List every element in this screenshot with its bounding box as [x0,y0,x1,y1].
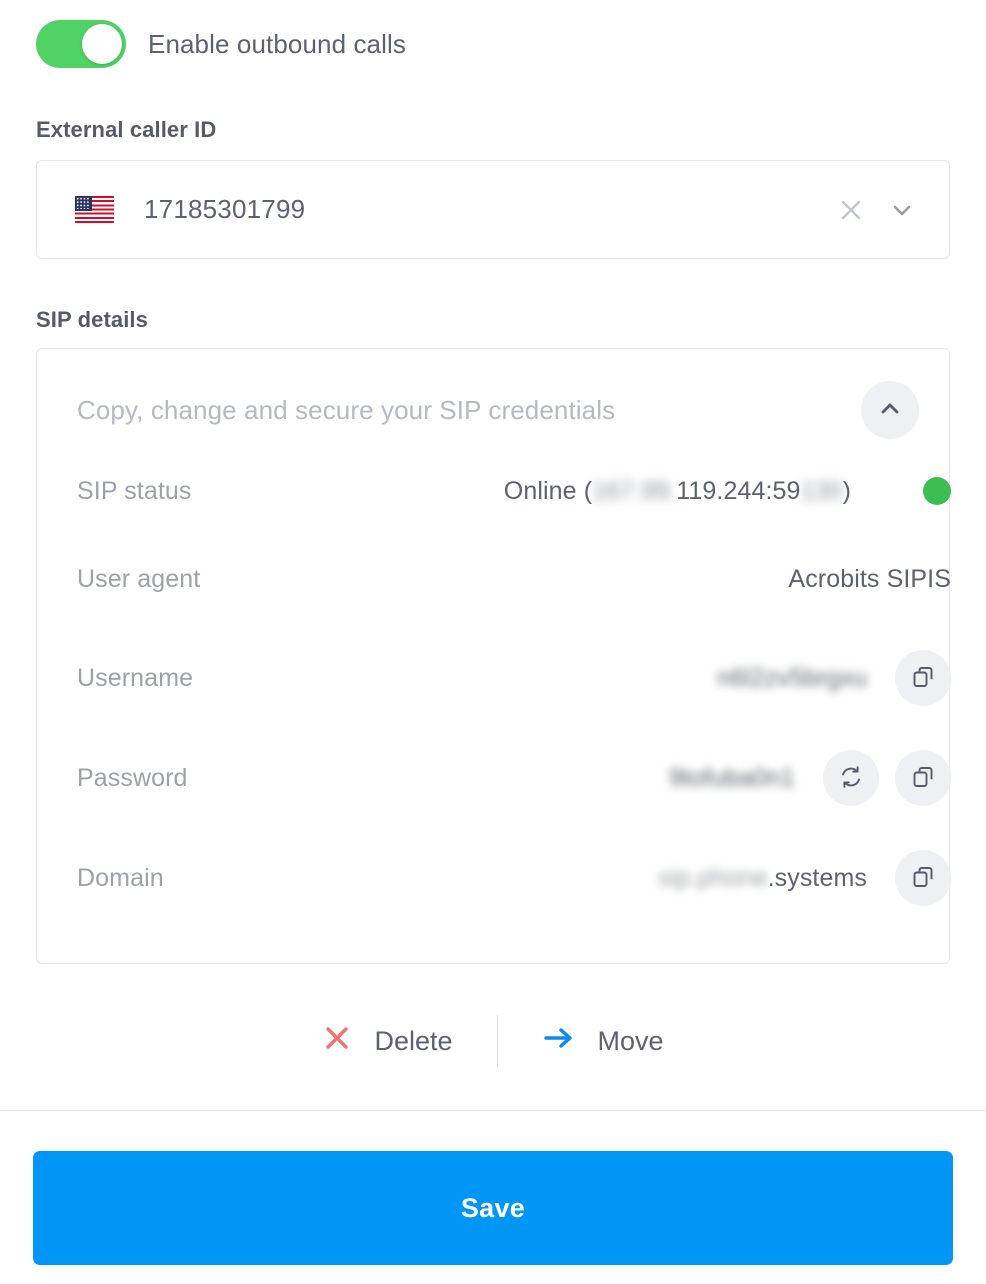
external-caller-id-label: External caller ID [36,117,217,142]
arrow-right-icon [542,1023,576,1060]
password-value-masked: 9tofuba0n1 [668,763,795,792]
domain-value-masked: sip.phone [658,863,768,892]
copy-icon [910,664,936,693]
enable-outbound-calls-row: Enable outbound calls [36,20,406,68]
domain-actions [895,850,951,906]
username-row: Username n6l2zv5brgxu [77,650,951,706]
enable-outbound-calls-label: Enable outbound calls [148,28,406,59]
username-value-masked: n6l2zv5brgxu [717,663,867,692]
external-caller-id-value: 17185301799 [144,194,306,224]
username-value-wrap: n6l2zv5brgxu [717,650,951,706]
password-value-wrap: 9tofuba0n1 [669,750,951,806]
sip-status-ip-masked: 167.99. [592,476,677,505]
password-label: Password [77,763,188,792]
sip-settings-panel: Enable outbound calls External caller ID… [0,0,986,1284]
domain-label: Domain [77,863,164,892]
sip-status-port-masked: 130 [800,476,843,505]
user-agent-row: User agent Acrobits SIPIS [77,559,951,599]
sip-status-value: Online (167.99. 119.244:59 130) [504,477,851,506]
username-actions [895,650,951,706]
password-actions [823,750,951,806]
delete-button-label: Delete [374,1025,453,1056]
copy-icon [910,864,936,893]
username-label: Username [77,663,194,692]
password-row: Password 9tofuba0n1 [77,750,951,806]
sip-status-ip-visible: 119.244:59 [676,476,801,505]
external-caller-id-select[interactable]: 17185301799 [36,160,950,259]
close-icon[interactable] [839,198,863,222]
move-button[interactable]: Move [498,1023,708,1060]
refresh-icon [837,763,865,794]
copy-domain-button[interactable] [895,850,951,906]
sip-status-value-wrap: Online (167.99. 119.244:59 130) [504,477,951,506]
move-button-label: Move [597,1025,664,1056]
copy-password-button[interactable] [895,750,951,806]
caller-id-actions [839,197,915,223]
collapse-sip-details-button[interactable] [861,381,919,439]
user-agent-label: User agent [77,564,201,593]
sip-status-label: SIP status [77,476,192,505]
domain-value-wrap: sip.phone .systems [658,850,951,906]
chevron-down-icon[interactable] [889,197,915,223]
row-actions: Delete Move [0,1015,986,1067]
chevron-up-icon [877,396,903,425]
copy-username-button[interactable] [895,650,951,706]
us-flag-icon [75,196,114,223]
close-x-icon [322,1023,352,1060]
copy-icon [910,764,936,793]
sip-status-value-prefix: Online ( [503,476,593,505]
sip-card-header-text: Copy, change and secure your SIP credent… [77,394,616,425]
sip-details-card: Copy, change and secure your SIP credent… [36,348,951,964]
regenerate-password-button[interactable] [823,750,879,806]
sip-card-header: Copy, change and secure your SIP credent… [77,379,919,441]
domain-value: sip.phone .systems [658,864,867,893]
sip-details-label: SIP details [36,307,148,332]
toggle-knob [82,24,122,64]
sip-status-value-suffix: ) [842,476,851,505]
footer-divider [0,1110,986,1111]
delete-button[interactable]: Delete [278,1023,496,1060]
user-agent-value: Acrobits SIPIS [788,564,951,593]
enable-outbound-calls-toggle[interactable] [36,20,126,68]
status-badge [923,477,951,505]
save-button[interactable]: Save [33,1151,953,1265]
domain-row: Domain sip.phone .systems [77,850,951,906]
domain-value-visible: .systems [767,863,867,892]
sip-status-row: SIP status Online (167.99. 119.244:59 130) [77,471,951,511]
